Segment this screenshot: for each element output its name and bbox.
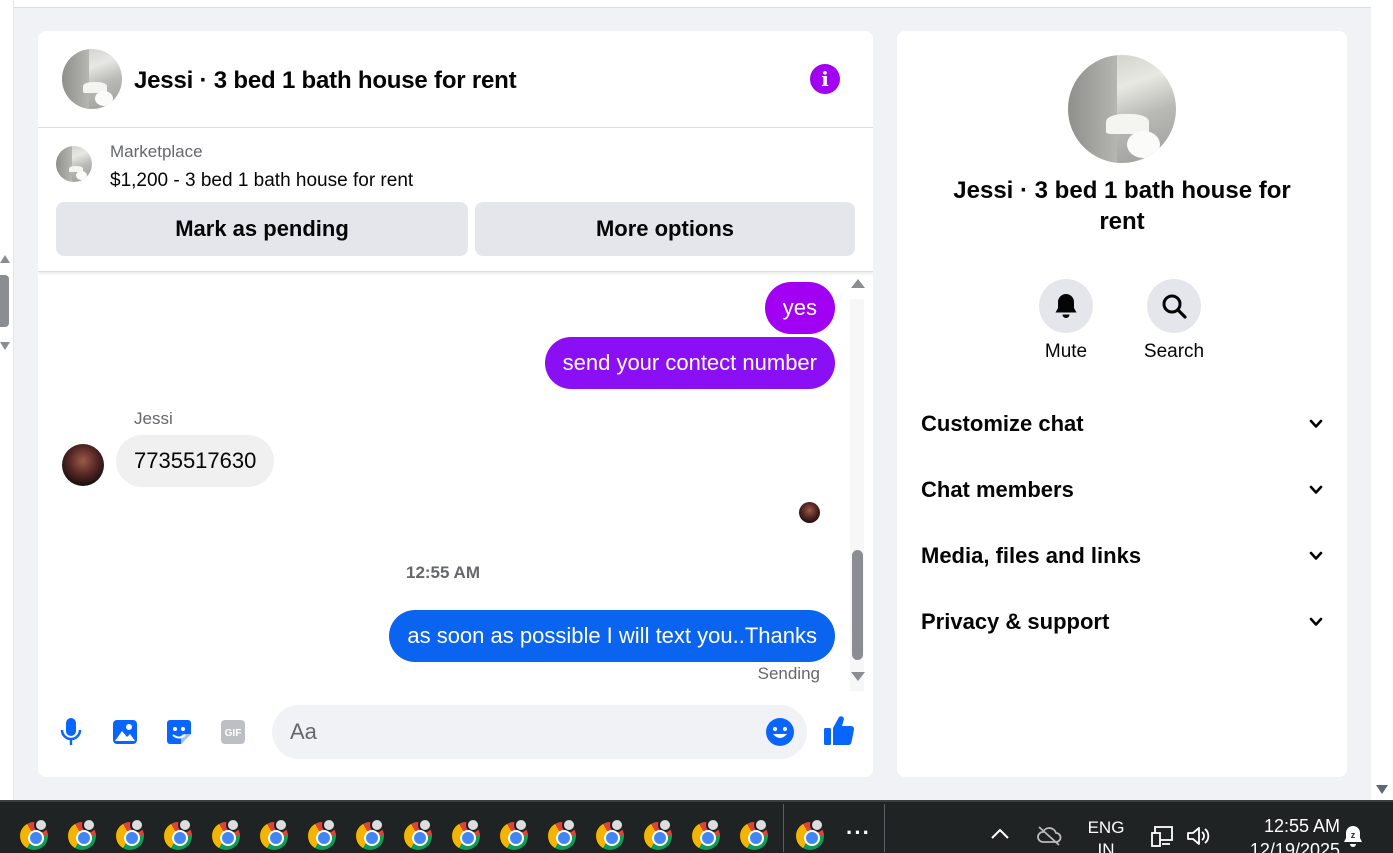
chrome-icon[interactable]	[796, 818, 824, 850]
image-icon[interactable]	[110, 715, 140, 749]
like-icon[interactable]	[821, 713, 857, 749]
message-outgoing[interactable]: as soon as possible I will text you..Tha…	[389, 610, 835, 662]
chrome-icon[interactable]	[404, 818, 432, 850]
message-timestamp: 12:55 AM	[405, 563, 480, 582]
language-code: ENG	[1087, 818, 1125, 837]
message-scrollbar-thumb[interactable]	[852, 550, 863, 660]
side-title: Jessi · 3 bed 1 bath house for rent	[953, 177, 1291, 235]
mark-as-pending-button[interactable]: Mark as pending	[56, 202, 468, 256]
listing-thumbnail[interactable]	[56, 146, 92, 182]
message-composer: GIF	[38, 697, 873, 777]
search-button[interactable]: Search	[1124, 279, 1224, 363]
chat-info-panel: Jessi · 3 bed 1 bath house for rent Mute…	[897, 31, 1347, 777]
sticker-icon[interactable]	[164, 715, 194, 749]
chevron-down-icon	[1309, 419, 1323, 428]
chevron-down-icon	[1309, 485, 1323, 494]
mute-label: Mute	[1044, 341, 1088, 362]
browser-top-strip	[14, 0, 1371, 8]
side-avatar[interactable]	[1068, 55, 1176, 163]
taskbar: ··· ENG IN 12:55 AM 12/19/2025 z	[0, 800, 1393, 853]
sender-name: Jessi	[134, 409, 173, 428]
section-customize-chat[interactable]: Customize chat	[921, 404, 1323, 444]
section-chat-members[interactable]: Chat members	[921, 470, 1323, 510]
message-input-wrapper	[272, 705, 807, 759]
chrome-icon[interactable]	[692, 818, 720, 850]
language-indicator[interactable]: ENG IN	[1080, 817, 1132, 853]
message-outgoing[interactable]: send your contect number	[544, 337, 835, 389]
message-status: Sending	[757, 664, 820, 683]
section-label: Chat members	[921, 477, 1074, 502]
read-receipt-avatar	[799, 502, 820, 523]
search-icon[interactable]	[1147, 279, 1201, 333]
section-label: Customize chat	[921, 411, 1084, 436]
section-label: Media, files and links	[921, 543, 1142, 568]
chat-title[interactable]: Jessi · 3 bed 1 bath house for rent	[134, 67, 517, 95]
listing-price[interactable]: $1,200 - 3 bed 1 bath house for rent	[110, 170, 413, 192]
chat-header: Jessi · 3 bed 1 bath house for rent i	[38, 31, 873, 128]
search-label: Search	[1143, 341, 1205, 362]
section-media-files-links[interactable]: Media, files and links	[921, 536, 1323, 576]
marketplace-listing-bar: Marketplace $1,200 - 3 bed 1 bath house …	[38, 128, 873, 272]
message-input[interactable]	[290, 705, 730, 759]
cloud-offline-icon[interactable]	[1036, 824, 1062, 846]
chrome-icon[interactable]	[308, 818, 336, 850]
gif-label: GIF	[225, 728, 242, 739]
network-icon[interactable]	[1150, 824, 1174, 848]
chrome-icon[interactable]	[164, 818, 192, 850]
chrome-icon[interactable]	[644, 818, 672, 850]
svg-text:z: z	[1351, 830, 1356, 840]
right-gutter	[1371, 0, 1393, 800]
left-scroll-up-arrow[interactable]	[0, 255, 10, 263]
chrome-icon[interactable]	[500, 818, 528, 850]
page-scroll-down-arrow[interactable]	[1376, 785, 1388, 794]
message-outgoing[interactable]: yes	[764, 282, 835, 334]
chrome-icon[interactable]	[548, 818, 576, 850]
chrome-icon[interactable]	[596, 818, 624, 850]
clock-date: 12/19/2025	[1249, 840, 1340, 853]
notification-bell-icon[interactable]: z	[1342, 824, 1364, 848]
section-privacy-support[interactable]: Privacy & support	[921, 602, 1323, 642]
chrome-icon[interactable]	[260, 818, 288, 850]
chrome-icon[interactable]	[212, 818, 240, 850]
message-incoming[interactable]: 7735517630	[116, 435, 275, 487]
chrome-icon[interactable]	[20, 818, 48, 850]
message-list: yes send your contect number Jessi 77355…	[38, 272, 873, 692]
taskbar-separator	[884, 804, 885, 852]
message-scroll-down-arrow[interactable]	[851, 672, 865, 681]
bell-icon[interactable]	[1039, 279, 1093, 333]
chevron-down-icon	[1309, 551, 1323, 560]
left-scroll-down-arrow[interactable]	[0, 342, 10, 350]
message-scroll-up-arrow[interactable]	[851, 279, 865, 288]
chat-panel: Jessi · 3 bed 1 bath house for rent i Ma…	[38, 31, 873, 777]
left-scrollbar-thumb[interactable]	[0, 275, 9, 327]
chrome-icon[interactable]	[116, 818, 144, 850]
left-gutter	[0, 0, 14, 800]
taskbar-more-button[interactable]: ···	[846, 820, 871, 846]
clock-time: 12:55 AM	[1263, 816, 1340, 836]
mute-button[interactable]: Mute	[1016, 279, 1116, 363]
chat-avatar[interactable]	[62, 49, 122, 109]
clock[interactable]: 12:55 AM 12/19/2025	[1222, 814, 1340, 853]
more-options-button[interactable]: More options	[475, 202, 855, 256]
chrome-icon[interactable]	[68, 818, 96, 850]
volume-icon[interactable]	[1186, 824, 1212, 848]
section-label: Privacy & support	[921, 609, 1110, 634]
emoji-icon[interactable]	[765, 717, 795, 747]
chrome-icon[interactable]	[452, 818, 480, 850]
gif-icon[interactable]: GIF	[218, 715, 248, 749]
chevron-down-icon	[1309, 617, 1323, 626]
sender-avatar[interactable]	[62, 444, 104, 486]
region-code: IN	[1097, 840, 1115, 853]
mic-icon[interactable]	[56, 715, 86, 749]
listing-label: Marketplace	[110, 142, 203, 161]
taskbar-separator	[783, 804, 784, 852]
chevron-up-icon[interactable]	[990, 827, 1010, 841]
chrome-icon[interactable]	[740, 818, 768, 850]
chrome-icon[interactable]	[356, 818, 384, 850]
info-icon[interactable]: i	[810, 64, 840, 94]
